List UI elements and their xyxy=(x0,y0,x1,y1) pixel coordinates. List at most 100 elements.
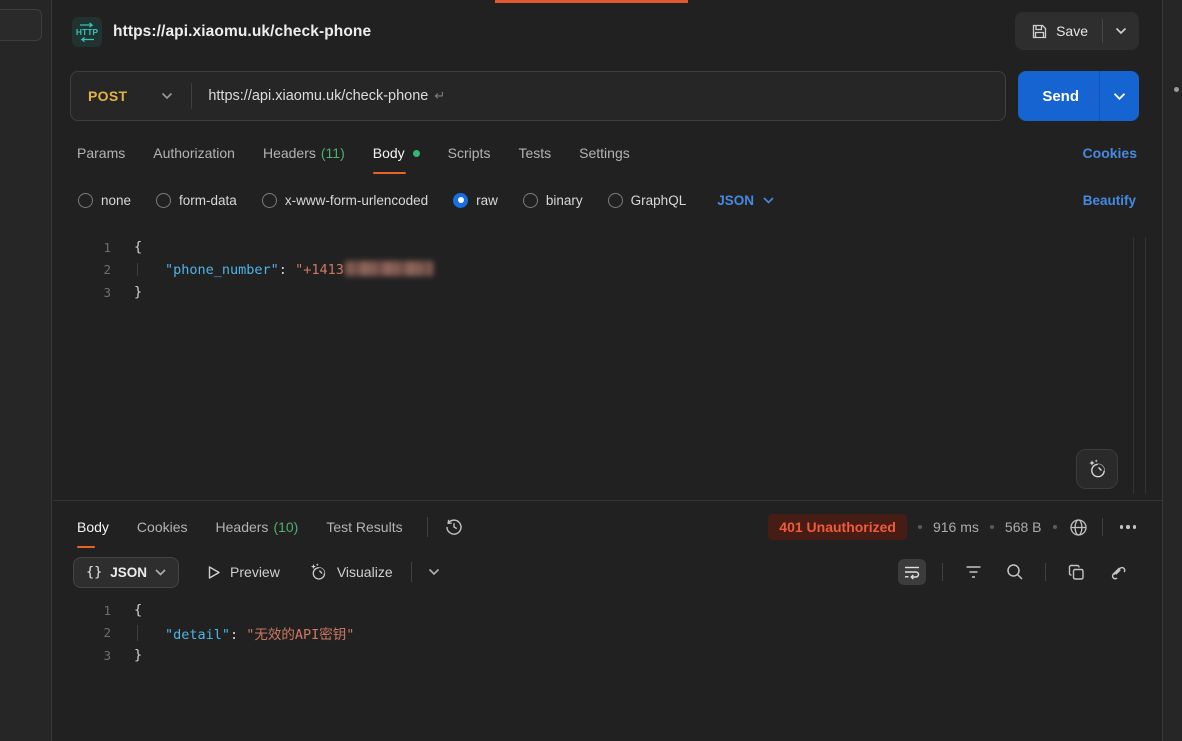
radio-binary[interactable] xyxy=(523,193,538,208)
filter-icon xyxy=(965,565,982,579)
link-button[interactable] xyxy=(1104,559,1132,585)
response-tab-cookies-label: Cookies xyxy=(137,519,188,535)
response-more-options-button[interactable] xyxy=(1116,521,1141,533)
body-type-graphql[interactable]: GraphQL xyxy=(608,193,687,208)
editor-scroll-track[interactable] xyxy=(1133,237,1134,494)
line-number: 3 xyxy=(53,285,111,300)
body-type-none-label: none xyxy=(101,193,131,208)
url-divider xyxy=(191,83,192,109)
line-number: 1 xyxy=(53,603,111,618)
code-colon: : xyxy=(279,262,295,278)
radio-raw-selected[interactable] xyxy=(453,193,468,208)
response-body-editor[interactable]: 1 { 2 "detail": "无效的API密钥" 3 } xyxy=(53,596,1162,696)
tab-authorization[interactable]: Authorization xyxy=(153,132,235,174)
copy-icon xyxy=(1068,564,1085,581)
right-sidebar xyxy=(1162,0,1182,741)
indent-guide xyxy=(137,263,138,276)
save-button-label: Save xyxy=(1056,23,1088,39)
response-toolbar: {} JSON Preview V xyxy=(53,552,1162,592)
code-close-brace: } xyxy=(134,284,142,300)
visualize-button[interactable]: Visualize xyxy=(308,562,393,582)
response-tab-headers[interactable]: Headers (10) xyxy=(216,506,299,548)
sidebar-collapsed-tab[interactable] xyxy=(0,9,42,41)
body-type-form-data[interactable]: form-data xyxy=(156,193,237,208)
tab-tests-label: Tests xyxy=(518,145,551,161)
save-button-main[interactable]: Save xyxy=(1015,12,1102,50)
radio-urlencoded[interactable] xyxy=(262,193,277,208)
send-button-label: Send xyxy=(1042,88,1079,105)
send-button[interactable]: Send xyxy=(1018,71,1139,121)
filter-button[interactable] xyxy=(959,559,987,585)
tab-params[interactable]: Params xyxy=(77,132,125,174)
tab-headers[interactable]: Headers (11) xyxy=(263,132,345,174)
radio-none[interactable] xyxy=(78,193,93,208)
preview-label: Preview xyxy=(230,564,280,580)
response-tab-test-results-label: Test Results xyxy=(326,519,402,535)
visualize-sparkle-icon xyxy=(308,562,328,582)
body-type-graphql-label: GraphQL xyxy=(631,193,687,208)
svg-text:HTTP: HTTP xyxy=(76,27,99,37)
method-label: POST xyxy=(88,88,127,104)
meta-divider xyxy=(1102,518,1103,536)
line-number: 2 xyxy=(53,262,111,277)
search-button[interactable] xyxy=(1001,559,1029,585)
wrap-text-button[interactable] xyxy=(898,559,926,585)
tools-divider xyxy=(1045,563,1046,581)
body-type-binary[interactable]: binary xyxy=(523,193,583,208)
url-input[interactable]: https://api.xiaomu.uk/check-phone xyxy=(208,88,428,104)
chevron-down-icon xyxy=(428,568,440,576)
tab-params-label: Params xyxy=(77,145,125,161)
radio-form-data[interactable] xyxy=(156,193,171,208)
response-time[interactable]: 916 ms xyxy=(933,519,979,535)
tab-authorization-label: Authorization xyxy=(153,145,235,161)
send-button-main[interactable]: Send xyxy=(1018,71,1099,121)
body-type-row: none form-data x-www-form-urlencoded raw… xyxy=(53,183,1162,217)
toolbar-collapse-button[interactable] xyxy=(428,568,440,576)
response-history-button[interactable] xyxy=(444,517,464,537)
response-meta: 401 Unauthorized 916 ms 568 B xyxy=(768,506,1140,548)
tab-settings[interactable]: Settings xyxy=(579,132,630,174)
response-format-selector[interactable]: {} JSON xyxy=(73,557,179,588)
request-url-row: POST https://api.xiaomu.uk/check-phone ↵… xyxy=(53,71,1162,121)
editor-scroll-track[interactable] xyxy=(1145,237,1146,494)
code-close-brace: } xyxy=(134,647,142,663)
send-options-button[interactable] xyxy=(1100,71,1139,121)
request-tabs-row: Params Authorization Headers (11) Body S… xyxy=(53,132,1162,174)
beautify-link[interactable]: Beautify xyxy=(1083,193,1136,208)
save-options-button[interactable] xyxy=(1103,12,1139,50)
response-tab-test-results[interactable]: Test Results xyxy=(326,506,402,548)
method-selector[interactable]: POST xyxy=(71,88,191,104)
line-number: 1 xyxy=(53,240,111,255)
left-sidebar xyxy=(0,0,52,741)
tab-scripts[interactable]: Scripts xyxy=(448,132,491,174)
code-key: "detail" xyxy=(165,627,230,643)
tab-scripts-label: Scripts xyxy=(448,145,491,161)
copy-button[interactable] xyxy=(1062,559,1090,585)
body-type-none[interactable]: none xyxy=(78,193,131,208)
body-type-raw[interactable]: raw xyxy=(453,193,498,208)
tab-tests[interactable]: Tests xyxy=(518,132,551,174)
cookies-link[interactable]: Cookies xyxy=(1083,145,1137,161)
raw-language-label: JSON xyxy=(717,193,754,208)
play-icon xyxy=(207,565,221,580)
preview-button[interactable]: Preview xyxy=(207,564,280,580)
request-body-editor[interactable]: 1 { 2 "phone_number": "+1413 3 } xyxy=(53,233,1162,500)
save-button[interactable]: Save xyxy=(1015,12,1139,50)
status-badge[interactable]: 401 Unauthorized xyxy=(768,514,907,540)
response-tab-body[interactable]: Body xyxy=(77,506,109,548)
postbot-sparkle-icon xyxy=(1086,458,1108,480)
body-type-binary-label: binary xyxy=(546,193,583,208)
radio-graphql[interactable] xyxy=(608,193,623,208)
raw-language-selector[interactable]: JSON xyxy=(717,193,774,208)
postbot-button[interactable] xyxy=(1076,449,1118,489)
response-size[interactable]: 568 B xyxy=(1005,519,1042,535)
tab-body[interactable]: Body xyxy=(373,132,420,174)
network-info-button[interactable] xyxy=(1068,517,1089,538)
response-tab-cookies[interactable]: Cookies xyxy=(137,506,188,548)
request-title: https://api.xiaomu.uk/check-phone xyxy=(113,23,371,41)
tab-body-label: Body xyxy=(373,145,405,161)
response-tabs-divider xyxy=(427,517,428,537)
right-rail-handle-dot[interactable] xyxy=(1174,87,1179,92)
request-response-divider[interactable] xyxy=(53,500,1162,501)
body-type-urlencoded[interactable]: x-www-form-urlencoded xyxy=(262,193,428,208)
